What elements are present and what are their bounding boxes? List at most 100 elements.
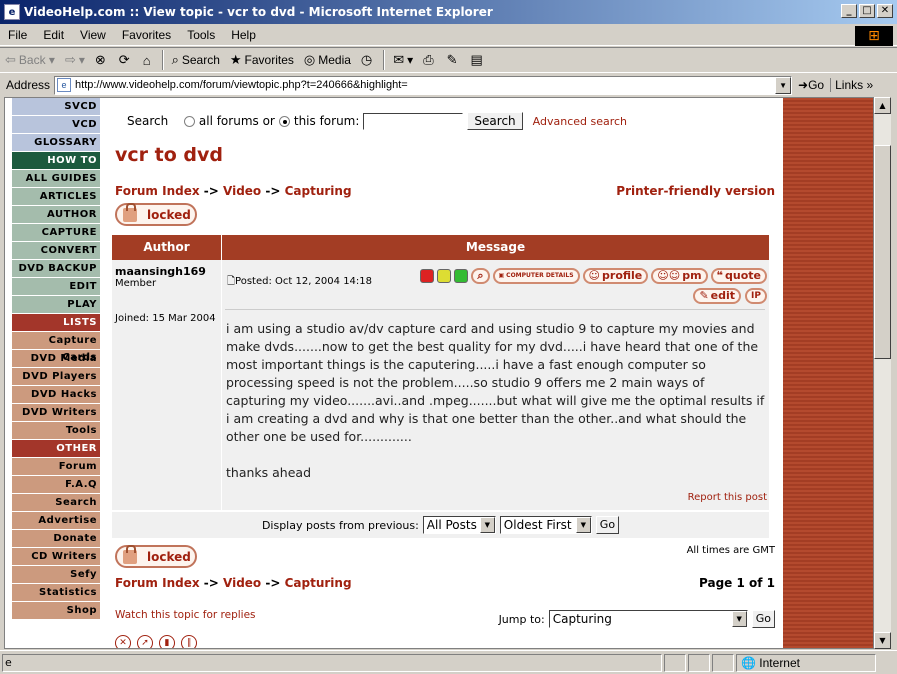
nav-item-convert[interactable]: CONVERT <box>12 242 100 260</box>
nav-item-vcd[interactable]: VCD <box>12 116 100 134</box>
stop-button[interactable]: ⊗ <box>90 52 114 68</box>
ip-button[interactable]: IP <box>745 288 767 304</box>
crumb-capturing[interactable]: Capturing <box>285 184 352 198</box>
nav-item-statistics[interactable]: Statistics <box>12 584 100 602</box>
menu-edit[interactable]: Edit <box>35 28 72 42</box>
page-viewport: SVCD VCD GLOSSARY HOW TO ALL GUIDES ARTICLES A… <box>4 97 874 649</box>
posts-filter-select[interactable]: All Posts ▼ <box>422 516 496 534</box>
edit-page-button[interactable]: ✎ <box>442 52 466 68</box>
menu-favorites[interactable]: Favorites <box>114 28 179 42</box>
crumb-forum-index[interactable]: Forum Index <box>115 576 200 590</box>
print-button[interactable]: ⎙ <box>418 52 441 68</box>
nav-item-tools[interactable]: Tools <box>12 422 100 440</box>
nav-item-dvd-hacks[interactable]: DVD Hacks <box>12 386 100 404</box>
scroll-up-icon[interactable]: ▲ <box>874 97 891 114</box>
favorites-button[interactable]: ★ Favorites <box>225 52 299 68</box>
vertical-scrollbar[interactable]: ▲ ▼ <box>874 97 891 649</box>
jump-select[interactable]: Capturing ▼ <box>548 610 748 628</box>
maximize-button[interactable]: □ <box>859 4 875 18</box>
topic-title[interactable]: vcr to dvd <box>115 144 223 166</box>
advanced-search-link[interactable]: Advanced search <box>533 115 627 128</box>
post-table-header: Author Message <box>112 235 769 260</box>
search-button[interactable]: ⌕ Search <box>167 52 225 68</box>
globe-icon: 🌐 <box>741 655 756 670</box>
quote-button[interactable]: ❝ quote <box>710 268 767 284</box>
locked-button-bottom[interactable]: locked <box>115 544 197 568</box>
nav-item-lists[interactable]: LISTS <box>12 314 100 332</box>
media-button[interactable]: ◎ Media <box>299 52 356 68</box>
nav-item-f-a-q[interactable]: F.A.Q <box>12 476 100 494</box>
nav-item-how-to[interactable]: HOW TO <box>12 152 100 170</box>
menu-view[interactable]: View <box>72 28 114 42</box>
pm-button[interactable]: ☺☺ pm <box>651 268 708 284</box>
menu-file[interactable]: File <box>0 28 35 42</box>
forum-search-input[interactable] <box>363 112 464 130</box>
display-go-button[interactable]: Go <box>595 516 620 534</box>
nav-item-shop[interactable]: Shop <box>12 602 100 620</box>
menu-tools[interactable]: Tools <box>179 28 223 42</box>
watch-topic-link[interactable]: Watch this topic for replies <box>115 609 256 621</box>
refresh-button[interactable]: ⟳ <box>114 52 138 68</box>
scroll-down-icon[interactable]: ▼ <box>874 632 891 649</box>
magnifier-button[interactable]: ⌕ <box>471 268 490 284</box>
mail-button[interactable]: ✉ ▾ <box>388 52 418 68</box>
nav-item-dvd-media[interactable]: DVD Media <box>12 350 100 368</box>
magnifier-icon: ⌕ <box>477 269 484 282</box>
nav-item-svcd[interactable]: SVCD <box>12 98 100 116</box>
profile-button[interactable]: ☺ profile <box>582 268 649 284</box>
nav-item-articles[interactable]: ARTICLES <box>12 188 100 206</box>
menu-help[interactable]: Help <box>223 28 264 42</box>
history-button[interactable]: ◷ <box>356 52 380 68</box>
computer-details-button[interactable]: ▣ COMPUTER DETAILS <box>492 268 580 284</box>
nav-item-other[interactable]: OTHER <box>12 440 100 458</box>
scroll-thumb[interactable] <box>874 145 891 359</box>
address-dropdown-icon[interactable]: ▼ <box>775 76 792 94</box>
nav-item-dvd-backup[interactable]: DVD BACKUP <box>12 260 100 278</box>
nav-item-donate[interactable]: Donate <box>12 530 100 548</box>
crumb-video[interactable]: Video <box>223 184 261 198</box>
forward-button[interactable]: ⇨ ▾ <box>60 52 90 68</box>
crumb-forum-index[interactable]: Forum Index <box>115 184 200 198</box>
report-post-link[interactable]: Report this post <box>688 492 767 503</box>
edit-button[interactable]: ✎ edit <box>693 288 742 304</box>
minimize-button[interactable]: _ <box>841 4 857 18</box>
crumb-capturing[interactable]: Capturing <box>285 576 352 590</box>
links-button[interactable]: Links » <box>830 78 877 92</box>
nav-item-cd-writers[interactable]: CD Writers <box>12 548 100 566</box>
sort-order-select[interactable]: Oldest First ▼ <box>499 516 592 534</box>
discuss-button[interactable]: ▤ <box>466 52 491 68</box>
home-button[interactable]: ⌂ <box>138 53 159 68</box>
nav-item-dvd-writers[interactable]: DVD Writers <box>12 404 100 422</box>
jump-go-button[interactable]: Go <box>751 610 775 628</box>
lock-topic-icon[interactable]: ▮ <box>159 635 175 648</box>
nav-item-sefy[interactable]: Sefy <box>12 566 100 584</box>
forum-search-button[interactable]: Search <box>467 112 523 130</box>
nav-item-all-guides[interactable]: ALL GUIDES <box>12 170 100 188</box>
back-button[interactable]: ⇦ Back ▾ <box>0 52 60 68</box>
nav-item-advertise[interactable]: Advertise <box>12 512 100 530</box>
crumb-video[interactable]: Video <box>223 576 261 590</box>
radio-this-forum[interactable] <box>278 115 290 127</box>
author-name[interactable]: maansingh169 <box>115 265 218 278</box>
printer-friendly-link[interactable]: Printer-friendly version <box>616 184 775 198</box>
nav-item-capture[interactable]: CAPTURE <box>12 224 100 242</box>
forward-arrow-icon: ⇨ <box>64 52 76 67</box>
nav-item-dvd-players[interactable]: DVD Players <box>12 368 100 386</box>
post-row: maansingh169 Member Joined: 15 Mar 2004 … <box>112 260 769 510</box>
split-icon[interactable]: ∥ <box>181 635 197 648</box>
nav-item-search[interactable]: Search <box>12 494 100 512</box>
author-column-header: Author <box>112 235 222 260</box>
nav-item-author[interactable]: AUTHOR <box>12 206 100 224</box>
nav-item-play[interactable]: PLAY <box>12 296 100 314</box>
nav-item-capture-cards[interactable]: Capture Cards <box>12 332 100 363</box>
locked-button[interactable]: locked <box>115 202 197 226</box>
radio-all-forums[interactable] <box>183 115 195 127</box>
close-button[interactable]: ✕ <box>877 4 893 18</box>
go-button[interactable]: ➜Go <box>792 78 830 92</box>
nav-item-edit[interactable]: EDIT <box>12 278 100 296</box>
nav-item-forum[interactable]: Forum <box>12 458 100 476</box>
address-input[interactable]: e http://www.videohelp.com/forum/viewtop… <box>54 75 793 95</box>
nav-item-glossary[interactable]: GLOSSARY <box>12 134 100 152</box>
delete-icon[interactable]: ✕ <box>115 635 131 648</box>
move-icon[interactable]: ➚ <box>137 635 153 648</box>
